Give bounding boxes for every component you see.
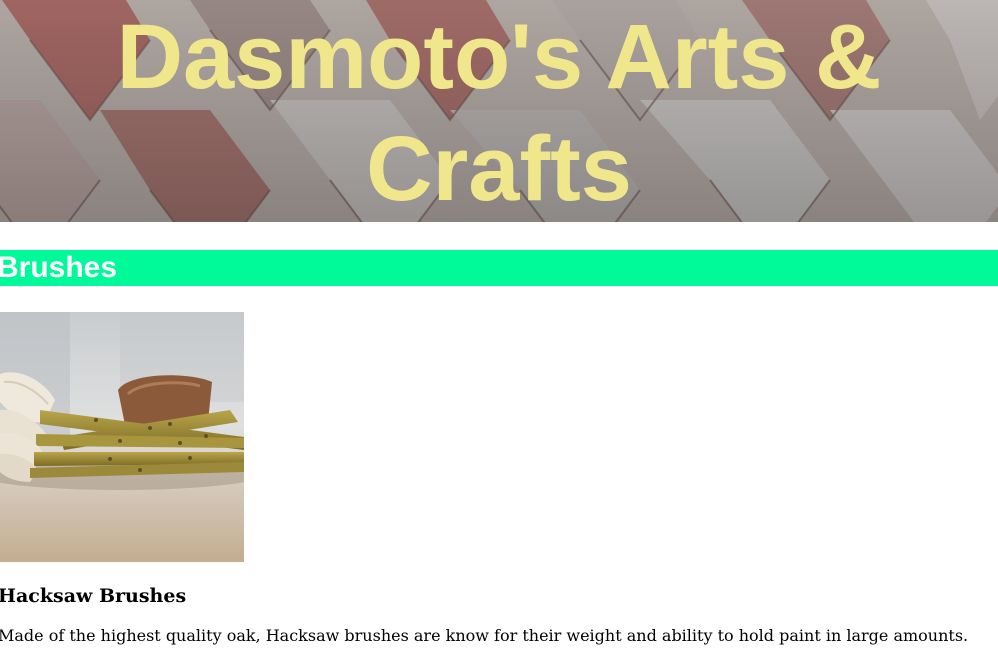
product-name: Hacksaw Brushes xyxy=(0,585,187,607)
product-description: Made of the highest quality oak, Hacksaw… xyxy=(0,626,969,645)
page-title: Dasmoto's Arts & Crafts xyxy=(116,6,882,220)
section-heading-bar: Brushes xyxy=(0,250,998,286)
section-heading: Brushes xyxy=(0,251,118,284)
header-banner: Dasmoto's Arts & Crafts xyxy=(0,0,998,222)
paintbrushes-image xyxy=(0,312,244,562)
